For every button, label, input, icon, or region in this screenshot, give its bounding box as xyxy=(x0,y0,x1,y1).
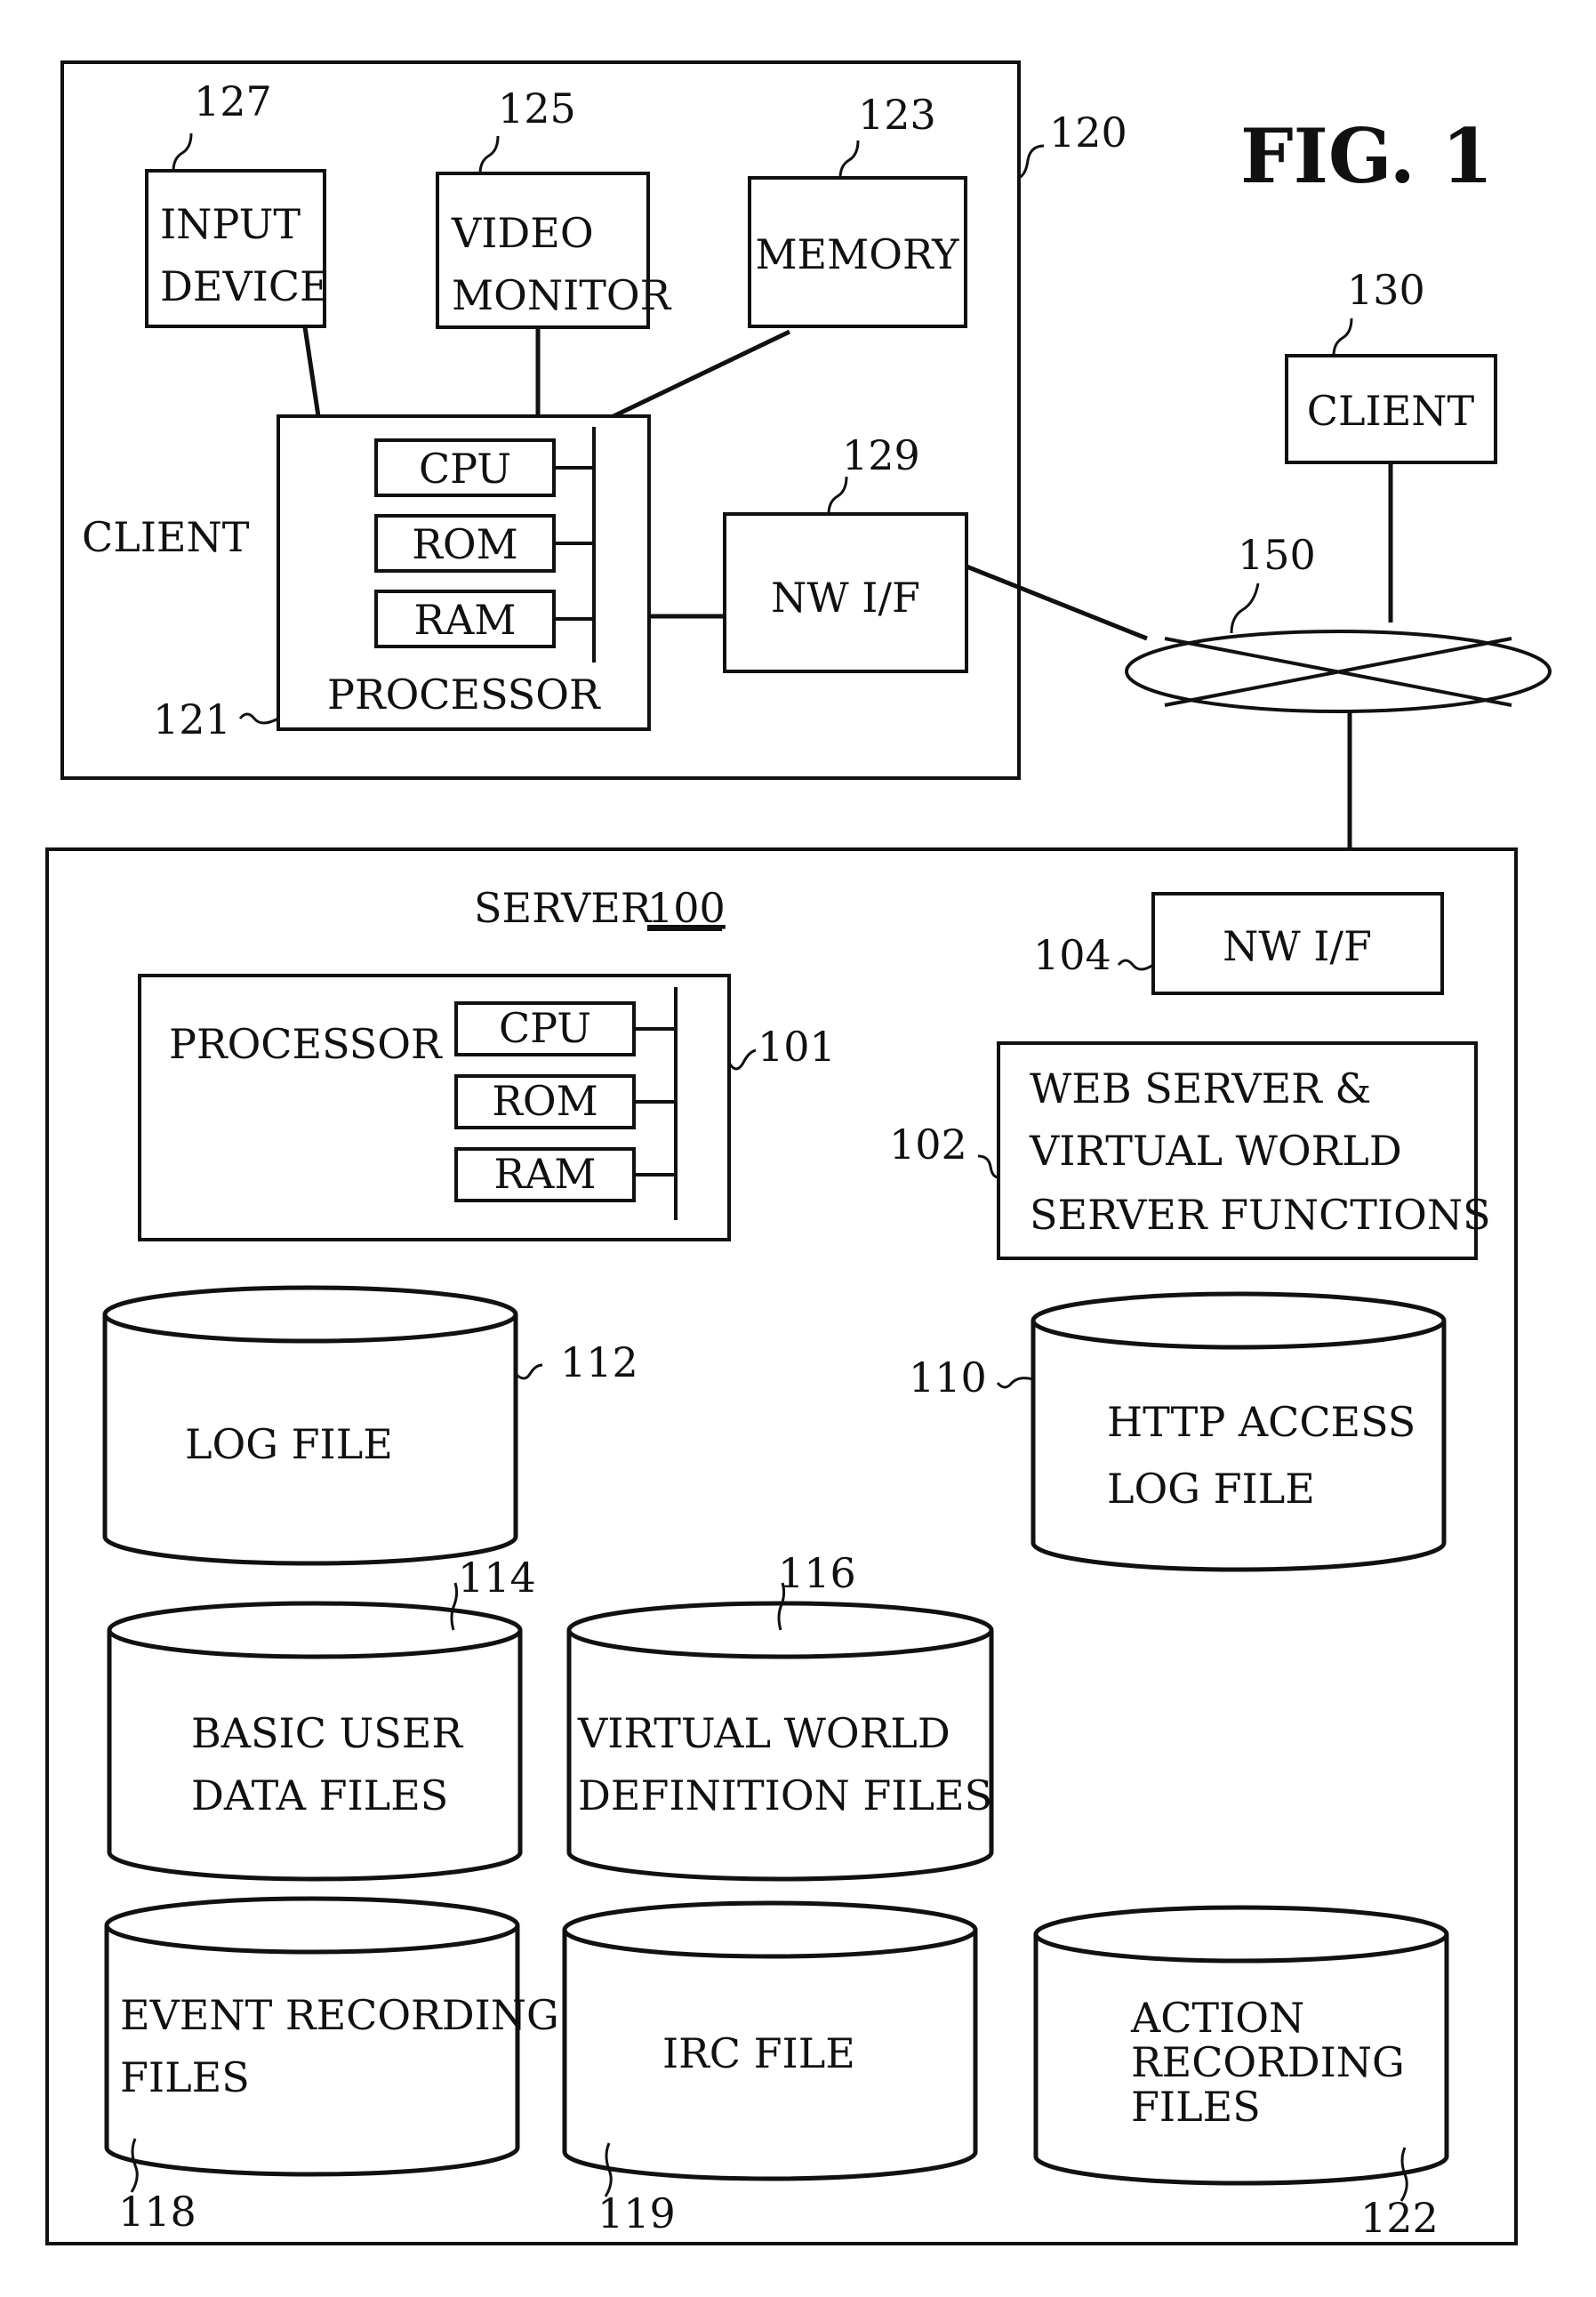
ref-label: 123 xyxy=(858,91,936,139)
ref-label: 114 xyxy=(458,1554,536,1602)
storage-label-line: FILES xyxy=(1131,2083,1261,2131)
nw-if-label: NW I/F xyxy=(771,574,920,622)
server-label: SERVER xyxy=(474,884,653,932)
ref-label: 116 xyxy=(778,1549,856,1597)
cylinder-top xyxy=(104,1896,520,1955)
processor-label: PROCESSOR xyxy=(327,671,601,719)
ref-label: 129 xyxy=(842,431,920,479)
storage-label-line: LOG FILE xyxy=(185,1420,393,1468)
ref-label: 112 xyxy=(560,1338,638,1386)
ref-label: 119 xyxy=(597,2189,676,2237)
ref-label: 110 xyxy=(909,1353,987,1401)
ref-label: 118 xyxy=(118,2188,196,2236)
ref-label: 121 xyxy=(153,695,231,743)
cylinder-top xyxy=(107,1601,523,1659)
storage-label-line: VIRTUAL WORLD xyxy=(577,1709,950,1757)
server-nw-if-label: NW I/F xyxy=(1223,922,1372,970)
client-120: 120 CLIENT INPUT DEVICE 127 VIDEO MONITO… xyxy=(60,60,1127,780)
storage-label-line: EVENT RECORDING xyxy=(120,1991,559,2039)
ref-leader xyxy=(1018,144,1045,180)
storage-label-line: RECORDING xyxy=(1131,2038,1405,2086)
client-130-label: CLIENT xyxy=(1307,387,1475,435)
network-150: 150 xyxy=(1125,531,1552,894)
rom-label: ROM xyxy=(492,1077,597,1125)
video-monitor-line2: MONITOR xyxy=(452,271,672,319)
input-device-line2: DEVICE xyxy=(160,262,330,310)
functions-line2: VIRTUAL WORLD xyxy=(1029,1127,1402,1175)
ram-label: RAM xyxy=(414,596,517,644)
client-label: CLIENT xyxy=(82,513,250,561)
ref-label: 101 xyxy=(758,1023,836,1071)
cpu-label: CPU xyxy=(499,1004,591,1052)
storage-label-line: LOG FILE xyxy=(1107,1465,1315,1513)
storage-label-line: DEFINITION FILES xyxy=(578,1771,992,1819)
storage-label-line: ACTION xyxy=(1130,1994,1304,2042)
server-100: SERVER 100 NW I/F 104 PROCESSOR CPU ROM … xyxy=(45,847,1518,2245)
system-diagram: FIG. 1 120 CLIENT INPUT DEVICE 127 VIDEO… xyxy=(45,60,1552,2245)
client-130: CLIENT 130 xyxy=(1285,266,1497,622)
ref-label: 150 xyxy=(1238,531,1316,579)
ref-label: 125 xyxy=(498,84,576,133)
rom-label: ROM xyxy=(412,520,517,568)
ref-label: 104 xyxy=(1033,931,1111,979)
ref-label: 122 xyxy=(1360,2194,1439,2242)
cpu-label: CPU xyxy=(419,445,511,493)
figure-title: FIG. 1 xyxy=(1240,112,1494,200)
storage-label-line: BASIC USER xyxy=(191,1709,463,1757)
ref-label: 102 xyxy=(889,1120,967,1169)
cylinder-body xyxy=(104,1925,520,2177)
cylinder-top xyxy=(1033,1905,1449,1964)
ref-leader xyxy=(1230,582,1260,634)
ref-label: 130 xyxy=(1347,266,1425,314)
cylinder-top xyxy=(102,1285,518,1344)
storage-label-line: IRC FILE xyxy=(662,2029,855,2077)
input-device-line1: INPUT xyxy=(160,200,301,248)
functions-line3: SERVER FUNCTIONS xyxy=(1030,1191,1491,1239)
server-ref: 100 xyxy=(647,884,726,932)
functions-line1: WEB SERVER & xyxy=(1030,1064,1371,1112)
memory-label: MEMORY xyxy=(755,230,959,278)
video-monitor-line1: VIDEO xyxy=(451,209,594,257)
ram-label: RAM xyxy=(494,1150,597,1198)
server-processor-label: PROCESSOR xyxy=(169,1020,443,1068)
ref-leader xyxy=(1332,317,1353,357)
ref-label: 120 xyxy=(1049,108,1127,157)
storage-label-line: DATA FILES xyxy=(191,1771,448,1819)
cylinder-top xyxy=(562,1900,978,1959)
cylinder-top xyxy=(1031,1291,1447,1350)
storage-label-line: HTTP ACCESS xyxy=(1107,1398,1416,1446)
storage-label-line: FILES xyxy=(120,2053,250,2101)
ref-label: 127 xyxy=(194,77,272,125)
